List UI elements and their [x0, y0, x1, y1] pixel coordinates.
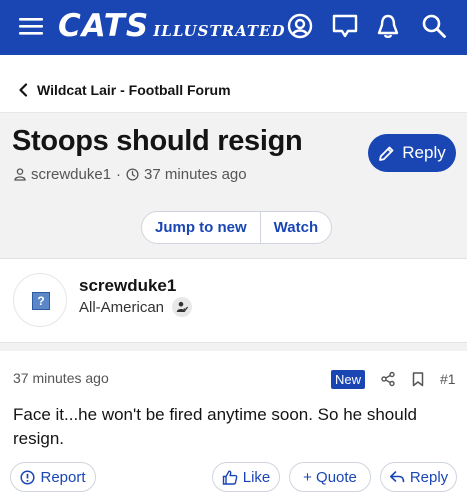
account-icon[interactable] — [286, 12, 314, 40]
avatar[interactable]: ? — [13, 273, 67, 327]
post-time[interactable]: 37 minutes ago — [13, 370, 109, 386]
user-icon — [14, 168, 26, 181]
user-badge-icon[interactable] — [172, 297, 193, 317]
like-button[interactable]: Like — [212, 462, 280, 492]
breadcrumb[interactable]: Wildcat Lair - Football Forum — [18, 82, 231, 98]
quote-label: + Quote — [303, 468, 357, 486]
username[interactable]: screwduke1 — [79, 276, 176, 296]
user-title: All-American — [79, 298, 165, 316]
site-logo[interactable]: CATS ILLUSTRATED — [58, 8, 286, 44]
reply-arrow-icon — [389, 471, 405, 483]
share-icon[interactable] — [380, 371, 396, 387]
thumbs-up-icon — [222, 470, 238, 485]
thread-author[interactable]: screwduke1 — [31, 166, 111, 183]
meta-separator: · — [116, 166, 122, 183]
pencil-icon — [379, 146, 394, 161]
alert-circle-icon — [20, 469, 36, 485]
watch-button[interactable]: Watch — [261, 212, 331, 243]
post-body: Face it...he won't be fired anytime soon… — [13, 405, 417, 448]
avatar-placeholder: ? — [32, 292, 50, 310]
breadcrumb-label: Wildcat Lair - Football Forum — [37, 82, 231, 98]
menu-icon[interactable] — [18, 13, 44, 39]
report-button[interactable]: Report — [10, 462, 96, 492]
thread-actions: Jump to new Watch — [141, 211, 333, 244]
page-title: Stoops should resign — [12, 125, 303, 157]
thread-time[interactable]: 37 minutes ago — [144, 166, 247, 183]
post-number[interactable]: #1 — [440, 371, 456, 387]
thread-meta: screwduke1 · 37 minutes ago — [14, 166, 247, 183]
site-header: CATS ILLUSTRATED — [0, 0, 467, 55]
logo-main: CATS — [58, 8, 150, 44]
jump-to-new-button[interactable]: Jump to new — [142, 212, 260, 243]
like-label: Like — [242, 468, 271, 486]
chevron-left-icon — [19, 83, 28, 97]
bookmark-icon[interactable] — [410, 371, 426, 387]
messages-icon[interactable] — [331, 12, 359, 40]
post-author-block: ? screwduke1 All-American — [0, 258, 467, 343]
thread-header: Stoops should resign screwduke1 · 37 min… — [0, 113, 467, 258]
breadcrumb-bar: Wildcat Lair - Football Forum — [0, 55, 467, 113]
logo-sub: ILLUSTRATED — [153, 22, 286, 40]
user-rank: All-American — [79, 297, 193, 317]
report-label: Report — [40, 468, 86, 486]
new-badge: New — [331, 370, 365, 389]
reply-button[interactable]: Reply — [368, 134, 456, 172]
quote-button[interactable]: + Quote — [289, 462, 371, 492]
post-reply-label: Reply — [409, 468, 449, 486]
post: 37 minutes ago New #1 Face it...he won't… — [0, 343, 467, 494]
post-reply-button[interactable]: Reply — [380, 462, 457, 492]
reply-button-label: Reply — [402, 143, 446, 162]
search-icon[interactable] — [420, 12, 448, 40]
clock-icon — [126, 168, 139, 181]
alerts-icon[interactable] — [374, 12, 402, 40]
